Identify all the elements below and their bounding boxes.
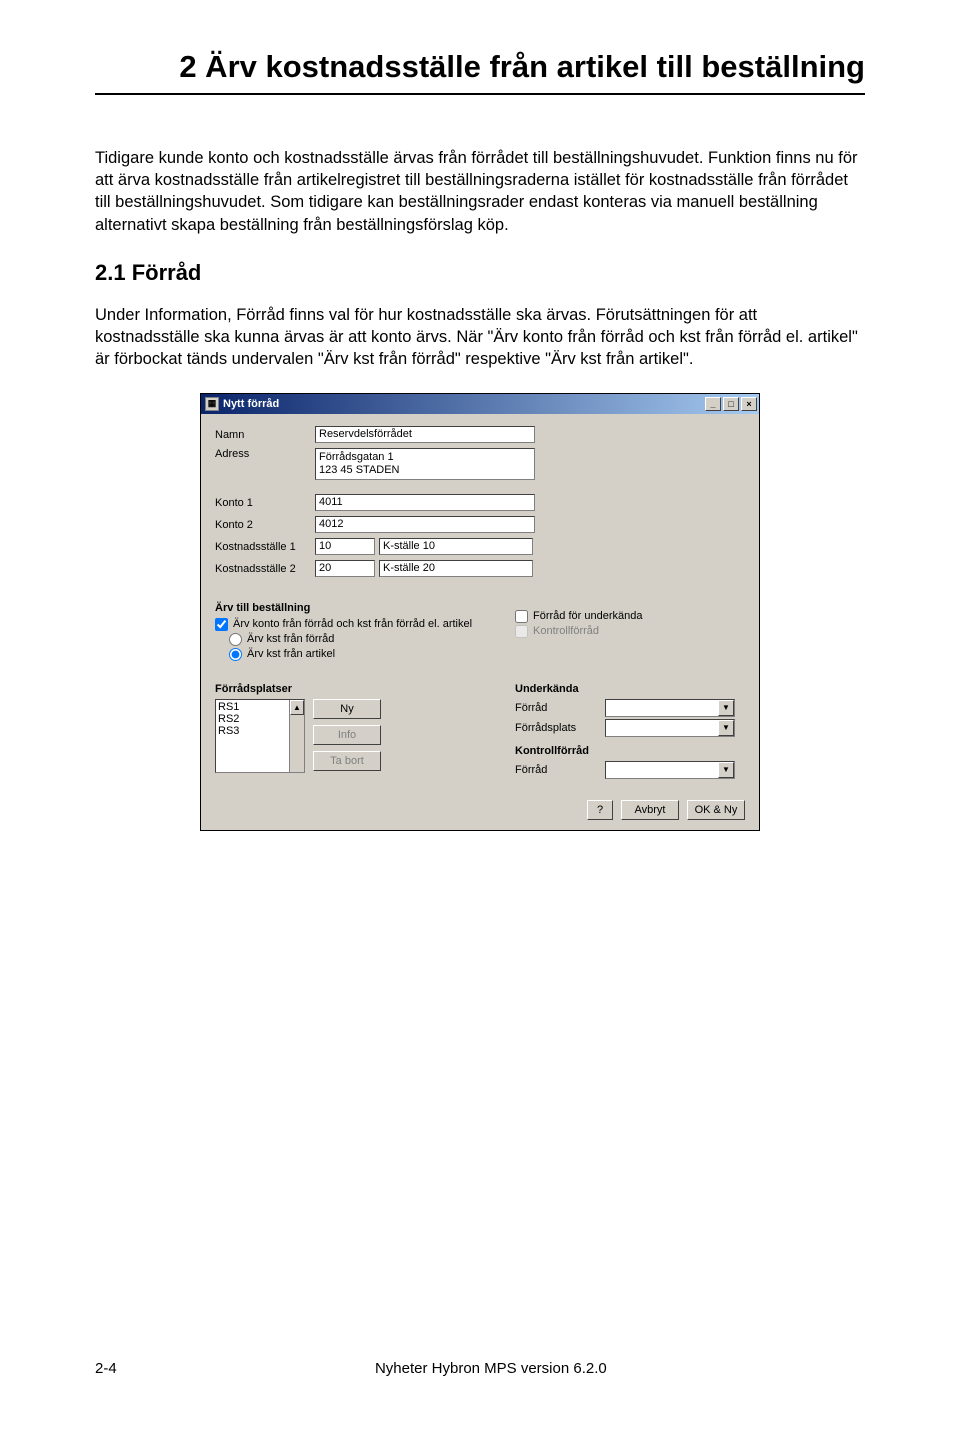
input-namn[interactable]: Reservdelsförrådet [315, 426, 535, 443]
label-kst1: Kostnadsställe 1 [215, 541, 315, 553]
checkbox-arv-konto[interactable]: Ärv konto från förråd och kst från förrå… [215, 618, 495, 631]
label-konto2: Konto 2 [215, 519, 315, 531]
checkbox-forrad-underkanda[interactable]: Förråd för underkända [515, 610, 745, 623]
radio-kst-artikel-label: Ärv kst från artikel [247, 648, 335, 660]
label-underkanda-forradsplats: Förrådsplats [515, 722, 605, 734]
radio-kst-forrad-input[interactable] [229, 633, 242, 646]
dialog-title: Nytt förråd [223, 398, 279, 410]
combo-underkanda-forrad[interactable]: ▼ [605, 699, 735, 717]
section-heading: 2.1 Förråd [95, 260, 865, 286]
page-footer: 2-4 Nyheter Hybron MPS version 6.2.0 [95, 1360, 865, 1377]
chevron-down-icon[interactable]: ▼ [718, 762, 734, 778]
ny-button[interactable]: Ny [313, 699, 381, 719]
help-button[interactable]: ? [587, 800, 613, 820]
page-title: 2 Ärv kostnadsställe från artikel till b… [95, 48, 865, 87]
label-kontroll-forrad: Förråd [515, 764, 605, 776]
input-kst2-desc[interactable]: K-ställe 20 [379, 560, 533, 577]
avbryt-button[interactable]: Avbryt [621, 800, 679, 820]
radio-kst-artikel[interactable]: Ärv kst från artikel [229, 648, 495, 661]
radio-kst-artikel-input[interactable] [229, 648, 242, 661]
dialog-titlebar[interactable]: ▦ Nytt förråd _ □ × [201, 394, 759, 414]
footer-text: Nyheter Hybron MPS version 6.2.0 [117, 1360, 865, 1377]
checkbox-arv-konto-label: Ärv konto från förråd och kst från förrå… [233, 618, 472, 630]
scrollbar[interactable]: ▲ [289, 700, 304, 772]
dialog-window: ▦ Nytt förråd _ □ × Namn Reservdelsförrå… [200, 393, 760, 831]
maximize-button[interactable]: □ [723, 397, 739, 411]
radio-kst-forrad[interactable]: Ärv kst från förråd [229, 633, 495, 646]
paragraph-section: Under Information, Förråd finns val för … [95, 304, 865, 371]
checkbox-forrad-underkanda-label: Förråd för underkända [533, 610, 642, 622]
info-button: Info [313, 725, 381, 745]
label-konto1: Konto 1 [215, 497, 315, 509]
paragraph-intro: Tidigare kunde konto och kostnadsställe … [95, 147, 865, 236]
label-adress: Adress [215, 448, 315, 460]
group-arv-label: Ärv till beställning [215, 602, 495, 614]
group-underkanda-label: Underkända [515, 683, 745, 695]
input-kst1-code[interactable]: 10 [315, 538, 375, 555]
ok-ny-button[interactable]: OK & Ny [687, 800, 745, 820]
input-adress[interactable]: Förrådsgatan 1 123 45 STADEN [315, 448, 535, 480]
checkbox-kontrollforrad-input [515, 625, 528, 638]
group-platser-label: Förrådsplatser [215, 683, 495, 695]
minimize-button[interactable]: _ [705, 397, 721, 411]
label-underkanda-forrad: Förråd [515, 702, 605, 714]
group-kontrollforrad-label: Kontrollförråd [515, 745, 745, 757]
chevron-down-icon[interactable]: ▼ [718, 720, 734, 736]
label-kst2: Kostnadsställe 2 [215, 563, 315, 575]
radio-kst-forrad-label: Ärv kst från förråd [247, 633, 334, 645]
system-menu-icon[interactable]: ▦ [205, 397, 219, 411]
input-konto1[interactable]: 4011 [315, 494, 535, 511]
checkbox-arv-konto-input[interactable] [215, 618, 228, 631]
chevron-down-icon[interactable]: ▼ [718, 700, 734, 716]
close-button[interactable]: × [741, 397, 757, 411]
input-konto2[interactable]: 4012 [315, 516, 535, 533]
combo-underkanda-forradsplats[interactable]: ▼ [605, 719, 735, 737]
label-namn: Namn [215, 429, 315, 441]
title-rule [95, 93, 865, 95]
listbox-forradsplatser[interactable]: RS1 RS2 RS3 ▲ [215, 699, 305, 773]
checkbox-kontrollforrad: Kontrollförråd [515, 625, 745, 638]
combo-kontroll-forrad[interactable]: ▼ [605, 761, 735, 779]
scroll-up-icon[interactable]: ▲ [290, 700, 304, 715]
tabort-button: Ta bort [313, 751, 381, 771]
input-kst2-code[interactable]: 20 [315, 560, 375, 577]
checkbox-forrad-underkanda-input[interactable] [515, 610, 528, 623]
input-kst1-desc[interactable]: K-ställe 10 [379, 538, 533, 555]
page-number: 2-4 [95, 1360, 117, 1377]
checkbox-kontrollforrad-label: Kontrollförråd [533, 625, 599, 637]
